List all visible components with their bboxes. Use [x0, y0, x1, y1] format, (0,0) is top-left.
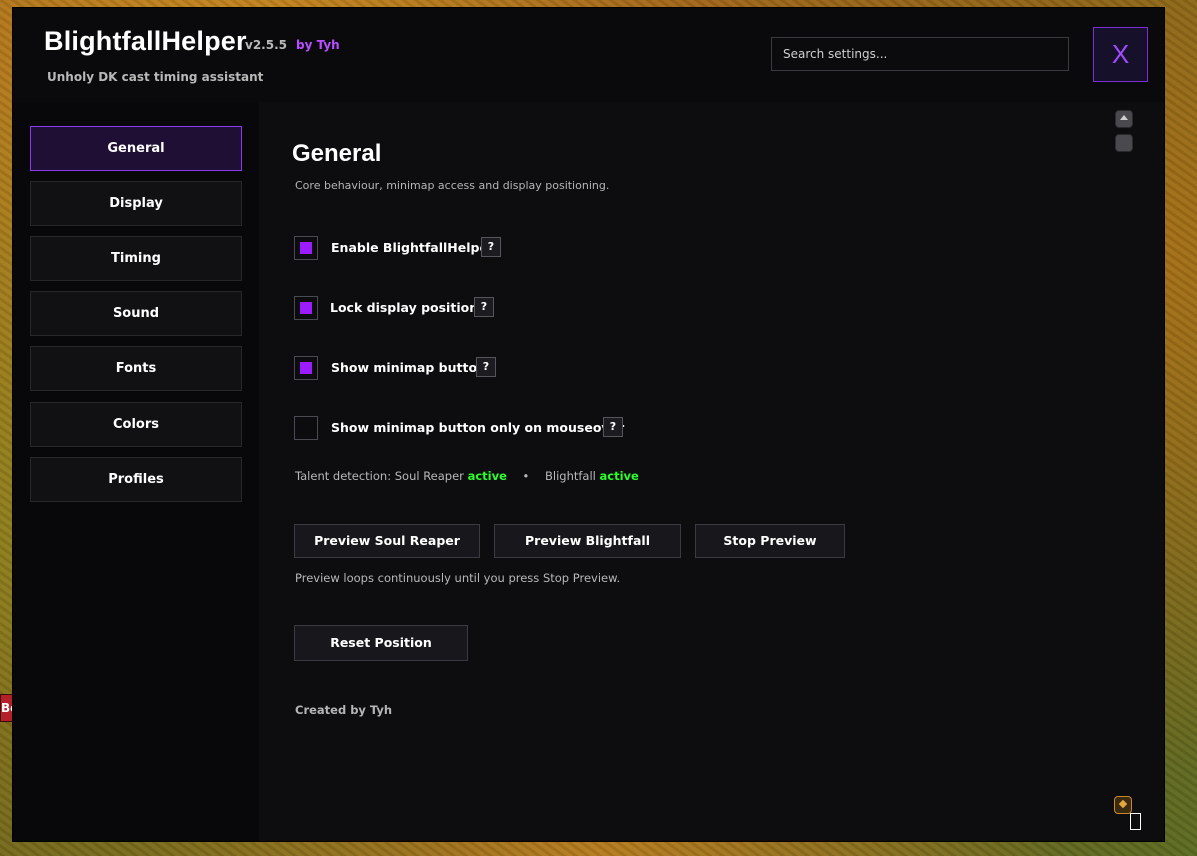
talent-prefix: Talent detection: Soul Reaper	[295, 469, 464, 483]
close-button[interactable]: X	[1093, 27, 1148, 82]
minimap-button-checkbox[interactable]	[294, 356, 318, 380]
option-label: Show minimap button only on mouseover	[331, 420, 625, 435]
minimap-mouseover-checkbox[interactable]	[294, 416, 318, 440]
author-label: by Tyh	[296, 38, 340, 52]
sidebar-item-general[interactable]: General	[30, 126, 242, 171]
blightfall-label: Blightfall	[544, 469, 596, 483]
stop-preview-button[interactable]: Stop Preview	[695, 524, 845, 558]
page-description: Core behaviour, minimap access and displ…	[295, 179, 610, 192]
settings-window: BlightfallHelper v2.5.5 by Tyh Unholy DK…	[13, 8, 1164, 841]
preview-note: Preview loops continuously until you pre…	[295, 571, 621, 585]
blightfall-status: active	[599, 469, 639, 483]
reset-position-button[interactable]: Reset Position	[294, 625, 468, 661]
credit-text: Created by Tyh	[295, 703, 393, 717]
help-button[interactable]: ?	[481, 237, 501, 257]
option-label: Lock display position	[330, 300, 479, 315]
option-label: Show minimap button	[331, 360, 486, 375]
sidebar-item-timing[interactable]: Timing	[30, 236, 242, 281]
scrollbar-thumb[interactable]	[1115, 134, 1133, 152]
version-label: v2.5.5	[245, 38, 287, 52]
search-input[interactable]	[771, 37, 1069, 71]
sidebar-item-profiles[interactable]: Profiles	[30, 457, 242, 502]
app-title: BlightfallHelper	[44, 26, 247, 56]
page-title: General	[292, 140, 382, 167]
help-button[interactable]: ?	[603, 417, 623, 437]
separator-dot: •	[522, 469, 530, 483]
enable-checkbox[interactable]	[294, 236, 318, 260]
app-subtitle: Unholy DK cast timing assistant	[47, 70, 264, 84]
sidebar-item-colors[interactable]: Colors	[30, 402, 242, 447]
preview-blightfall-button[interactable]: Preview Blightfall	[494, 524, 681, 558]
sidebar-item-fonts[interactable]: Fonts	[30, 346, 242, 391]
preview-soul-reaper-button[interactable]: Preview Soul Reaper	[294, 524, 480, 558]
lock-position-checkbox[interactable]	[294, 296, 318, 320]
resize-grip-icon[interactable]	[1114, 796, 1132, 814]
main-panel: General Core behaviour, minimap access a…	[259, 102, 1164, 841]
sidebar-item-sound[interactable]: Sound	[30, 291, 242, 336]
talent-detection: Talent detection: Soul Reaper active • B…	[295, 469, 639, 483]
sidebar: General Display Timing Sound Fonts Color…	[13, 102, 259, 841]
sidebar-item-display[interactable]: Display	[30, 181, 242, 226]
window-header: BlightfallHelper v2.5.5 by Tyh Unholy DK…	[13, 8, 1164, 102]
soul-reaper-status: active	[467, 469, 507, 483]
help-button[interactable]: ?	[474, 297, 494, 317]
cursor-icon	[1130, 813, 1141, 830]
scroll-up-icon[interactable]	[1115, 110, 1133, 128]
option-label: Enable BlightfallHelper	[331, 240, 495, 255]
help-button[interactable]: ?	[476, 357, 496, 377]
